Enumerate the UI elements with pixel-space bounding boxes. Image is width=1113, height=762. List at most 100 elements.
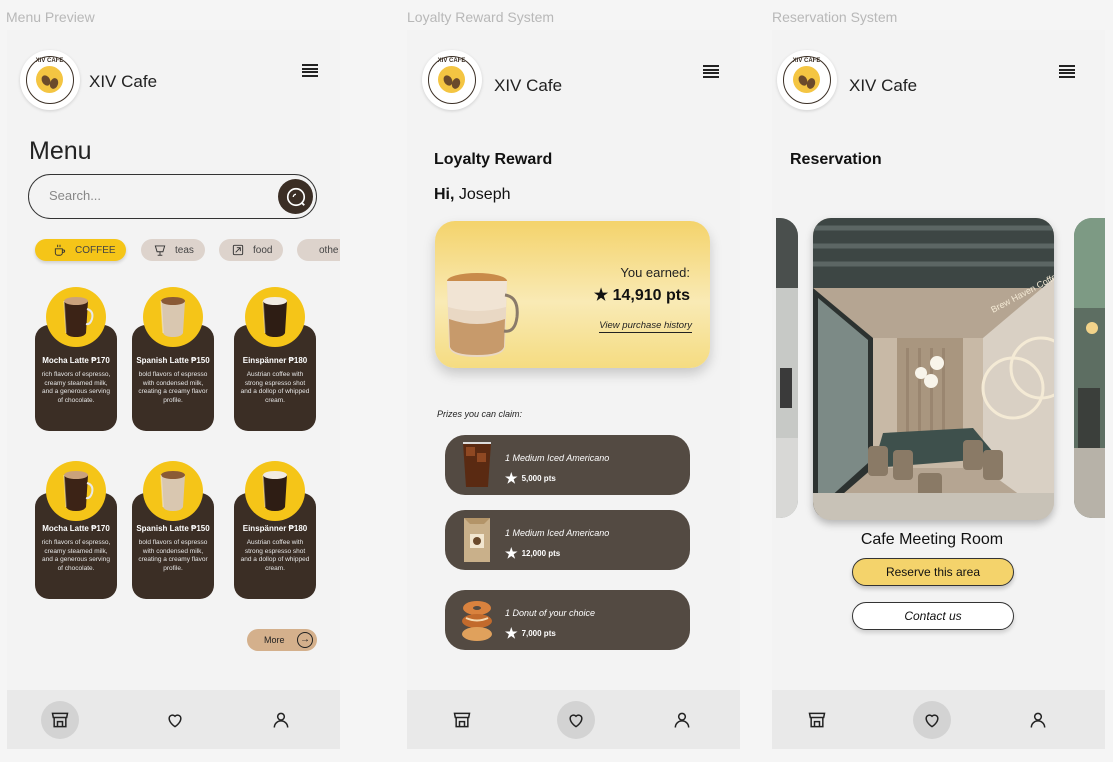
arrow-right-icon: → (297, 632, 313, 648)
reserve-button[interactable]: Reserve this area (852, 558, 1014, 586)
product-description: Austrian coffee with strong espresso sho… (240, 539, 310, 572)
prize-item[interactable]: 1 Donut of your choice ★ 7,000 pts (445, 590, 690, 650)
latte-glass-image (447, 273, 519, 357)
purchase-history-link[interactable]: View purchase history (599, 320, 692, 333)
user-icon (674, 712, 690, 728)
nav-profile-button[interactable] (262, 701, 300, 739)
nav-favorites-button[interactable] (913, 701, 951, 739)
product-name: Mocha Latte ₱170 (42, 524, 110, 533)
product-description: rich flavors of espresso, creamy steamed… (41, 371, 111, 404)
menu-hamburger-icon[interactable] (703, 65, 719, 78)
nav-favorites-button[interactable] (557, 701, 595, 739)
product-image (46, 461, 106, 521)
menu-hamburger-icon[interactable] (302, 64, 318, 77)
search-button[interactable] (278, 179, 313, 214)
reservation-screen: XIV CAFE XIV Cafe Reservation Cafe Meeti… (772, 30, 1105, 749)
meeting-room-photo[interactable]: Brew Haven Coffee Shop (813, 218, 1054, 520)
product-description: Austrian coffee with strong espresso sho… (240, 371, 310, 404)
product-image (143, 461, 203, 521)
previous-room-photo[interactable] (776, 218, 798, 518)
nav-store-button[interactable] (41, 701, 79, 739)
brand-name: XIV Cafe (89, 72, 158, 91)
meeting-room-image: Brew Haven Coffee Shop (813, 218, 1054, 520)
points-card: You earned: ★ 14,910 pts View purchase h… (435, 221, 710, 368)
bottom-nav (772, 690, 1105, 749)
user-name: Joseph (458, 186, 511, 203)
product-image (143, 287, 203, 347)
prize-item[interactable]: 1 Medium Iced Americano ★ 5,000 pts (445, 435, 690, 495)
brand-name: XIV Cafe (494, 76, 563, 95)
points-value: ★ 14,910 pts (594, 285, 690, 305)
product-name: Einspänner ₱180 (242, 524, 308, 533)
nav-profile-button[interactable] (663, 701, 701, 739)
store-icon (808, 712, 826, 728)
nav-profile-button[interactable] (1019, 701, 1057, 739)
search-icon (286, 187, 305, 206)
logo-text: XIV CAFE (792, 58, 821, 64)
prize-title: 1 Medium Iced Americano (505, 453, 610, 463)
menu-screen: XIV CAFE XIV Cafe Menu COFFEE teas food … (7, 30, 340, 749)
product-image (46, 287, 106, 347)
star-icon: ★ (593, 287, 609, 304)
prize-title: 1 Medium Iced Americano (505, 528, 610, 538)
category-chip-teas[interactable]: teas (141, 239, 205, 261)
product-description: rich flavors of espresso, creamy steamed… (41, 539, 111, 572)
cafe-logo[interactable]: XIV CAFE (20, 50, 80, 110)
cafe-logo[interactable]: XIV CAFE (422, 50, 482, 110)
page-title: Menu (29, 137, 92, 165)
nav-store-button[interactable] (798, 701, 836, 739)
heart-icon (925, 714, 939, 728)
prize-points-text: 7,000 pts (521, 628, 556, 638)
product-name: Spanish Latte ₱150 (136, 356, 210, 365)
prize-points: ★ 7,000 pts (505, 626, 556, 640)
product-image (245, 287, 305, 347)
product-name: Spanish Latte ₱150 (136, 524, 210, 533)
store-icon (453, 712, 471, 728)
cafe-logo[interactable]: XIV CAFE (777, 50, 837, 110)
category-chip-coffee[interactable]: COFFEE (35, 239, 126, 261)
greeting-prefix: Hi, (434, 186, 455, 203)
coffee-cup-icon (54, 244, 66, 256)
user-icon (273, 712, 289, 728)
earned-label: You earned: (620, 265, 690, 280)
room-name: Cafe Meeting Room (860, 531, 1004, 548)
product-name: Einspänner ₱180 (242, 356, 308, 365)
next-room-photo[interactable] (1074, 218, 1105, 518)
nav-favorites-button[interactable] (156, 701, 194, 739)
nav-store-button[interactable] (443, 701, 481, 739)
heart-icon (569, 714, 583, 728)
category-label: food (253, 244, 273, 256)
contact-button[interactable]: Contact us (852, 602, 1014, 630)
store-icon (51, 712, 69, 728)
search-input[interactable] (49, 188, 249, 203)
heart-icon (168, 714, 182, 728)
user-icon (1030, 712, 1046, 728)
donut-image (462, 601, 492, 641)
prize-title: 1 Donut of your choice (505, 608, 596, 618)
logo-text: XIV CAFE (35, 58, 64, 64)
loyalty-screen: XIV CAFE XIV Cafe Loyalty Reward Hi, Jos… (407, 30, 740, 749)
star-icon: ★ (505, 625, 518, 641)
category-chip-food[interactable]: food (219, 239, 283, 261)
frame-title-loyalty: Loyalty Reward System (407, 9, 555, 25)
greeting: Hi, Joseph (434, 186, 511, 204)
page-title: Loyalty Reward (434, 151, 553, 168)
menu-hamburger-icon[interactable] (1059, 65, 1075, 78)
star-icon: ★ (505, 470, 518, 486)
prize-points-text: 12,000 pts (521, 548, 561, 558)
category-label: othe (319, 244, 339, 256)
product-description: bold flavors of espresso with condensed … (138, 371, 208, 404)
category-label: COFFEE (75, 244, 116, 256)
iced-coffee-image (463, 442, 491, 487)
category-chip-other[interactable]: othe (297, 239, 340, 261)
page-title: Reservation (790, 151, 882, 168)
more-button[interactable]: More → (247, 629, 317, 651)
frame-title-menu: Menu Preview (6, 9, 95, 25)
food-icon (232, 244, 244, 256)
product-name: Mocha Latte ₱170 (42, 356, 110, 365)
bottom-nav (7, 690, 340, 749)
category-label: teas (175, 244, 194, 256)
search-bar (28, 174, 317, 219)
prize-points: ★ 5,000 pts (505, 471, 556, 485)
prize-item[interactable]: 1 Medium Iced Americano ★ 12,000 pts (445, 510, 690, 570)
